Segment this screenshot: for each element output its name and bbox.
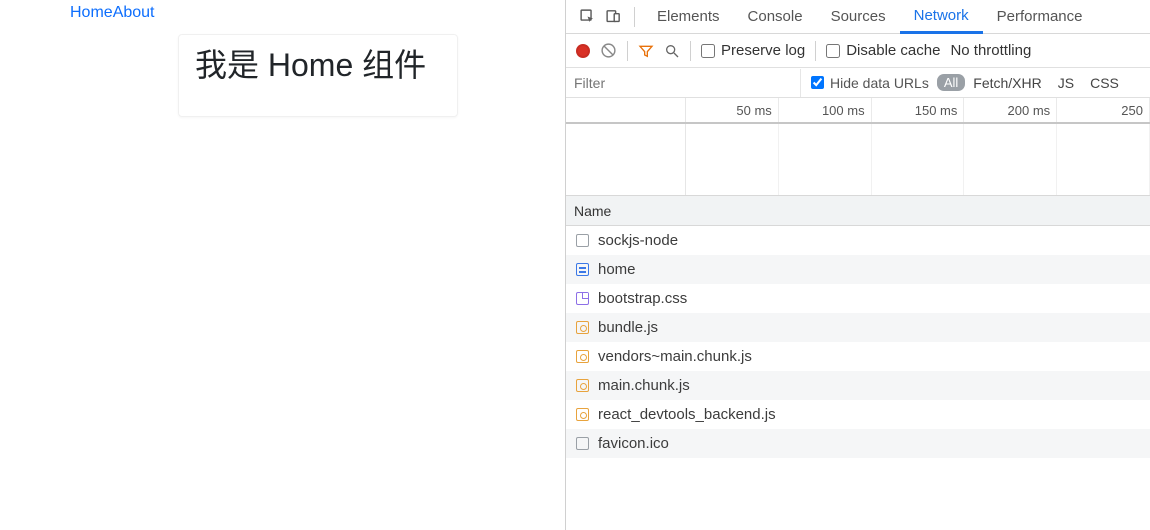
request-row[interactable]: vendors~main.chunk.js	[566, 342, 1150, 371]
nav-link-about[interactable]: About	[113, 4, 155, 21]
page-heading: 我是 Home 组件	[195, 43, 441, 88]
webpage-viewport: HomeAbout 我是 Home 组件	[0, 0, 565, 530]
filter-input[interactable]	[566, 69, 801, 97]
request-row[interactable]: favicon.ico	[566, 429, 1150, 458]
hide-data-urls-label: Hide data URLs	[830, 75, 929, 91]
timeline-waterfall[interactable]	[566, 124, 1150, 196]
network-toolbar: Preserve log Disable cache No throttling	[566, 34, 1150, 68]
type-filter-js[interactable]: JS	[1050, 75, 1082, 91]
timeline-tick: 250	[1057, 98, 1150, 122]
request-name: favicon.ico	[598, 435, 669, 452]
timeline-ruler[interactable]: 50 ms 100 ms 150 ms 200 ms 250	[566, 98, 1150, 124]
disable-cache-label: Disable cache	[846, 42, 940, 59]
document-icon	[574, 262, 590, 278]
nav-link-home[interactable]: Home	[70, 4, 113, 21]
timeline-tick: 150 ms	[872, 98, 965, 122]
type-filter-css[interactable]: CSS	[1082, 75, 1127, 91]
script-icon	[574, 378, 590, 394]
request-name: bootstrap.css	[598, 290, 687, 307]
separator	[690, 41, 691, 61]
throttling-select[interactable]: No throttling	[950, 42, 1031, 59]
separator	[815, 41, 816, 61]
script-icon	[574, 320, 590, 336]
tab-console[interactable]: Console	[734, 0, 817, 34]
separator	[627, 41, 628, 61]
file-icon	[574, 233, 590, 249]
requests-header-name[interactable]: Name	[566, 196, 1150, 226]
hide-data-urls-checkbox[interactable]: Hide data URLs	[811, 75, 929, 91]
devtools-panel: Elements Console Sources Network Perform…	[565, 0, 1150, 530]
preserve-log-input[interactable]	[701, 44, 715, 58]
tab-elements[interactable]: Elements	[643, 0, 734, 34]
request-name: react_devtools_backend.js	[598, 406, 776, 423]
type-filter-all[interactable]: All	[937, 74, 965, 91]
script-icon	[574, 349, 590, 365]
preserve-log-label: Preserve log	[721, 42, 805, 59]
timeline-tick: 200 ms	[964, 98, 1057, 122]
tab-sources[interactable]: Sources	[817, 0, 900, 34]
stylesheet-icon	[574, 291, 590, 307]
requests-list: sockjs-node home bootstrap.css bundle.js…	[566, 226, 1150, 530]
request-name: bundle.js	[598, 319, 658, 336]
request-row[interactable]: home	[566, 255, 1150, 284]
request-row[interactable]: sockjs-node	[566, 226, 1150, 255]
request-row[interactable]: bootstrap.css	[566, 284, 1150, 313]
disable-cache-input[interactable]	[826, 44, 840, 58]
request-name: sockjs-node	[598, 232, 678, 249]
inspect-icon[interactable]	[574, 4, 600, 30]
preserve-log-checkbox[interactable]: Preserve log	[701, 42, 805, 59]
script-icon	[574, 407, 590, 423]
content-card: 我是 Home 组件	[178, 34, 458, 117]
top-nav: HomeAbout	[0, 4, 565, 22]
request-row[interactable]: react_devtools_backend.js	[566, 400, 1150, 429]
timeline-tick: 100 ms	[779, 98, 872, 122]
request-row[interactable]: bundle.js	[566, 313, 1150, 342]
network-filter-bar: Hide data URLs All Fetch/XHR JS CSS	[566, 68, 1150, 98]
disable-cache-checkbox[interactable]: Disable cache	[826, 42, 940, 59]
device-toggle-icon[interactable]	[600, 4, 626, 30]
hide-data-urls-input[interactable]	[811, 76, 824, 89]
timeline-tick: 50 ms	[686, 98, 779, 122]
separator	[634, 7, 635, 27]
tab-network[interactable]: Network	[900, 0, 983, 34]
request-name: main.chunk.js	[598, 377, 690, 394]
request-row[interactable]: main.chunk.js	[566, 371, 1150, 400]
tab-performance[interactable]: Performance	[983, 0, 1097, 34]
record-button[interactable]	[576, 44, 590, 58]
type-filter-fetch[interactable]: Fetch/XHR	[965, 75, 1049, 91]
clear-icon[interactable]	[600, 42, 617, 59]
request-name: home	[598, 261, 636, 278]
file-icon	[574, 436, 590, 452]
filter-toggle-icon[interactable]	[638, 43, 654, 59]
search-icon[interactable]	[664, 43, 680, 59]
request-name: vendors~main.chunk.js	[598, 348, 752, 365]
devtools-tabstrip: Elements Console Sources Network Perform…	[566, 0, 1150, 34]
